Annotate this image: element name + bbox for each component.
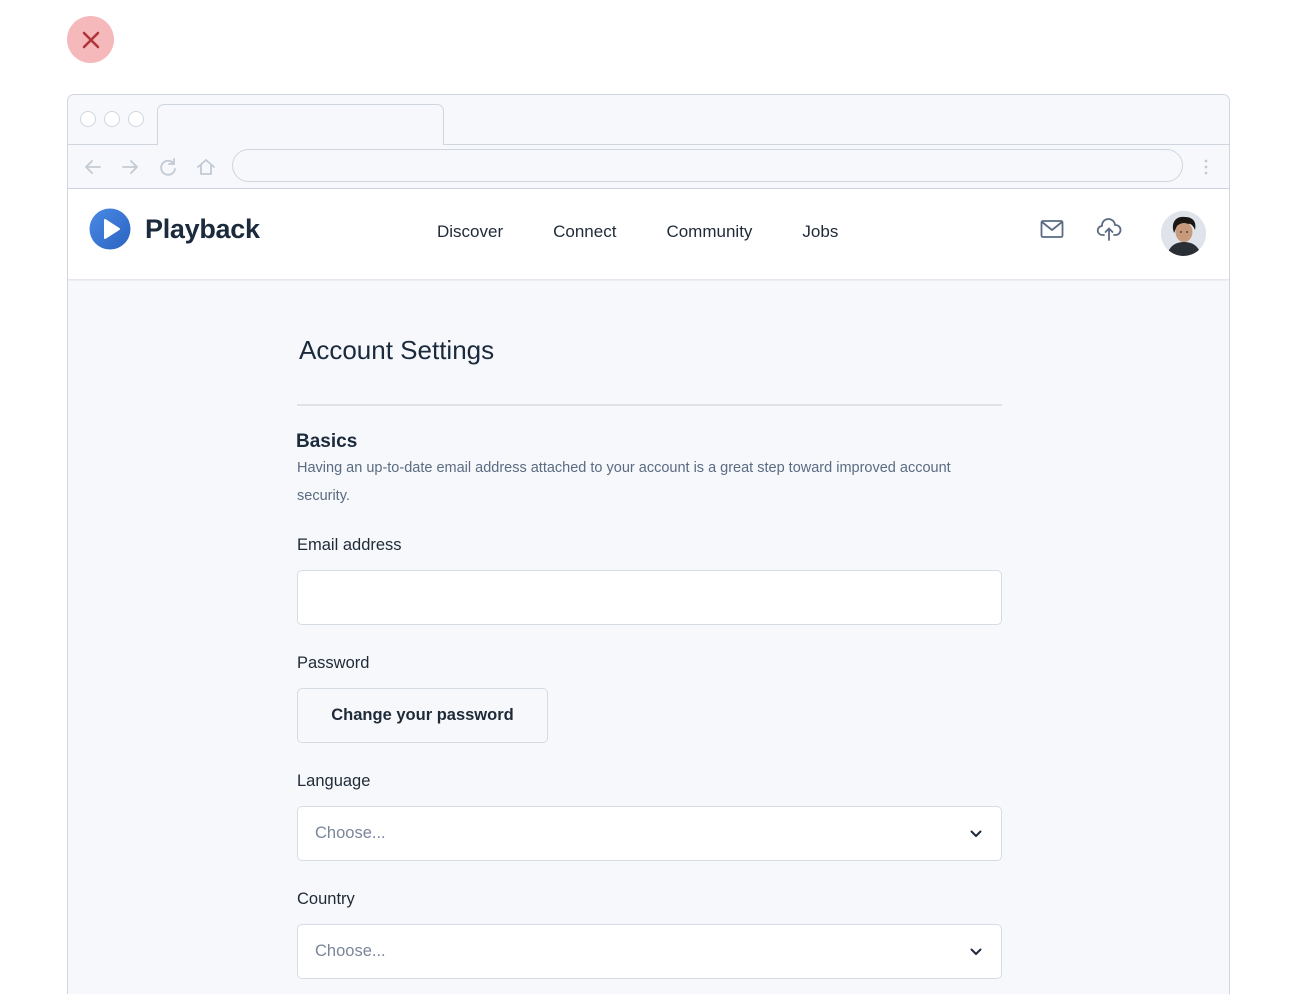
nav-community[interactable]: Community <box>666 222 752 242</box>
window-control-dot[interactable] <box>104 111 120 127</box>
reload-icon[interactable] <box>157 156 179 178</box>
url-bar[interactable] <box>232 149 1183 182</box>
language-label: Language <box>297 772 371 790</box>
browser-tab[interactable] <box>157 104 444 147</box>
country-select[interactable]: Choose... <box>297 924 1002 979</box>
close-icon <box>82 31 99 48</box>
app-header: Playback Discover Connect Community Jobs <box>68 189 1229 280</box>
divider <box>297 404 1002 406</box>
nav-connect[interactable]: Connect <box>553 222 616 242</box>
country-label: Country <box>297 890 355 908</box>
play-icon <box>89 208 131 250</box>
settings-content: Account Settings Basics Having an up-to-… <box>68 281 1229 994</box>
mail-icon[interactable] <box>1039 216 1065 242</box>
email-field[interactable] <box>297 570 1002 625</box>
user-avatar[interactable] <box>1161 211 1206 256</box>
email-label: Email address <box>297 536 402 554</box>
change-password-button[interactable]: Change your password <box>297 688 548 743</box>
arrow-left-icon[interactable] <box>82 156 104 178</box>
password-label: Password <box>297 654 370 672</box>
language-select[interactable]: Choose... <box>297 806 1002 861</box>
window-control-dot[interactable] <box>128 111 144 127</box>
brand-logo[interactable]: Playback <box>89 208 260 250</box>
arrow-right-icon[interactable] <box>119 156 141 178</box>
browser-window: Playback Discover Connect Community Jobs <box>67 94 1230 994</box>
brand-name: Playback <box>145 213 260 244</box>
browser-tab-strip <box>68 95 1229 147</box>
browser-toolbar <box>68 145 1229 189</box>
nav-jobs[interactable]: Jobs <box>802 222 838 242</box>
language-select-value: Choose... <box>315 824 386 842</box>
cloud-upload-icon[interactable] <box>1096 216 1122 242</box>
chevron-down-icon <box>970 948 982 955</box>
window-control-dot[interactable] <box>80 111 96 127</box>
country-select-value: Choose... <box>315 942 386 960</box>
section-title: Basics <box>296 431 358 452</box>
main-nav: Discover Connect Community Jobs <box>437 222 888 242</box>
avatar-image <box>1161 211 1206 256</box>
page-title: Account Settings <box>299 335 495 365</box>
home-icon[interactable] <box>195 156 217 178</box>
close-button[interactable] <box>67 16 114 63</box>
section-description: Having an up-to-date email address attac… <box>297 460 951 504</box>
chevron-down-icon <box>970 830 982 837</box>
kebab-menu-icon[interactable] <box>1195 156 1217 178</box>
nav-discover[interactable]: Discover <box>437 222 503 242</box>
